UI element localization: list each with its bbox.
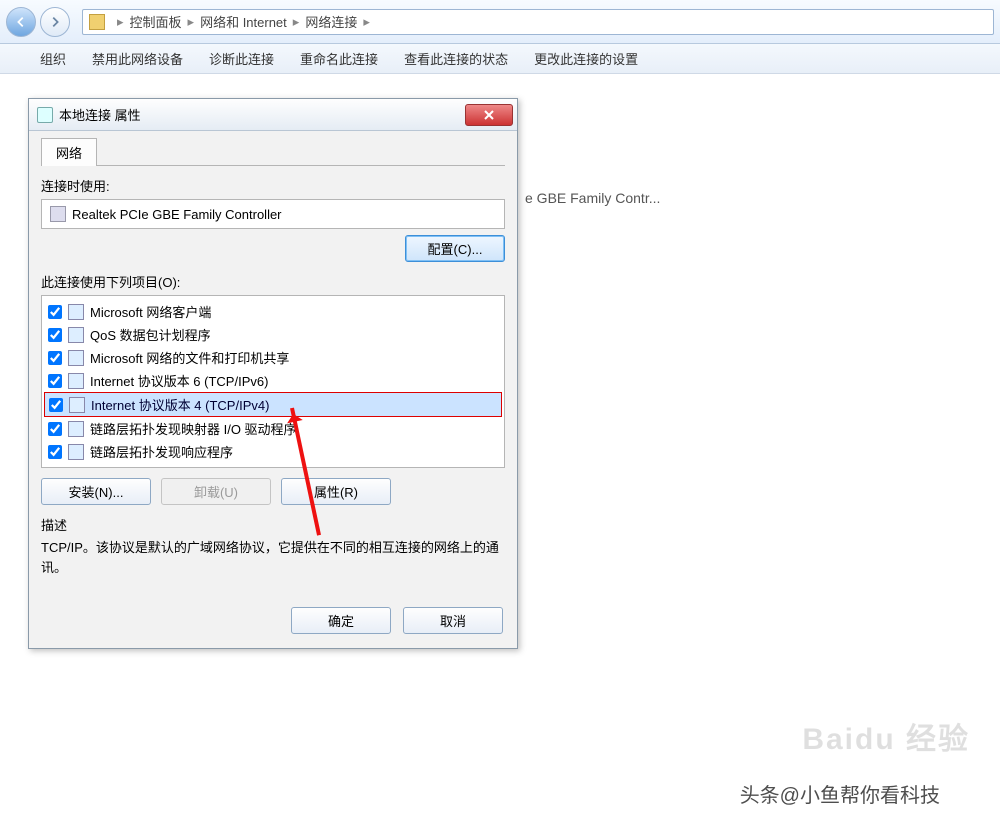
description-heading: 描述 xyxy=(41,515,505,534)
item-label[interactable]: Microsoft 网络的文件和打印机共享 xyxy=(90,348,289,367)
ok-button[interactable]: 确定 xyxy=(291,607,391,634)
tab-network[interactable]: 网络 xyxy=(41,138,97,166)
list-item: Microsoft 网络的文件和打印机共享 xyxy=(44,346,502,369)
item-checkbox[interactable] xyxy=(48,445,62,459)
item-checkbox[interactable] xyxy=(48,422,62,436)
list-item: Internet 协议版本 6 (TCP/IPv6) xyxy=(44,369,502,392)
items-label: 此连接使用下列项目(O): xyxy=(41,272,505,291)
component-icon xyxy=(68,373,84,389)
breadcrumb-item[interactable]: 网络连接 xyxy=(305,12,357,31)
properties-dialog: 本地连接 属性 网络 连接时使用: Realtek PCIe GBE Famil… xyxy=(28,98,518,649)
breadcrumb-sep: ▸ xyxy=(363,14,370,30)
component-icon xyxy=(68,304,84,320)
dialog-icon xyxy=(37,107,53,123)
item-checkbox[interactable] xyxy=(48,374,62,388)
command-bar: 组织 禁用此网络设备 诊断此连接 重命名此连接 查看此连接的状态 更改此连接的设… xyxy=(0,44,1000,74)
list-item-selected: Internet 协议版本 4 (TCP/IPv4) xyxy=(44,392,502,417)
adapter-name-fragment: e GBE Family Contr... xyxy=(525,190,660,206)
item-label[interactable]: Internet 协议版本 6 (TCP/IPv6) xyxy=(90,371,268,390)
dialog-titlebar[interactable]: 本地连接 属性 xyxy=(29,99,517,131)
forward-button[interactable] xyxy=(40,7,70,37)
close-icon xyxy=(483,109,495,121)
explorer-nav: ▸ 控制面板 ▸ 网络和 Internet ▸ 网络连接 ▸ xyxy=(0,0,1000,44)
menu-diagnose[interactable]: 诊断此连接 xyxy=(209,49,274,68)
folder-icon xyxy=(89,14,105,30)
adapter-field: Realtek PCIe GBE Family Controller xyxy=(41,199,505,229)
component-icon xyxy=(68,350,84,366)
watermark-brand: Baidu 经验 xyxy=(802,714,970,758)
menu-status[interactable]: 查看此连接的状态 xyxy=(404,49,508,68)
item-label[interactable]: Microsoft 网络客户端 xyxy=(90,302,211,321)
tab-strip: 网络 xyxy=(41,137,505,166)
item-checkbox[interactable] xyxy=(48,328,62,342)
nic-icon xyxy=(50,206,66,222)
component-icon xyxy=(69,397,85,413)
arrow-left-icon xyxy=(14,15,28,29)
configure-button[interactable]: 配置(C)... xyxy=(405,235,505,262)
item-checkbox[interactable] xyxy=(49,398,63,412)
item-label[interactable]: QoS 数据包计划程序 xyxy=(90,325,211,344)
menu-organize[interactable]: 组织 xyxy=(40,49,66,68)
list-item: Microsoft 网络客户端 xyxy=(44,300,502,323)
item-label[interactable]: 链路层拓扑发现响应程序 xyxy=(90,442,233,461)
breadcrumb-item[interactable]: 网络和 Internet xyxy=(200,12,287,31)
address-bar[interactable]: ▸ 控制面板 ▸ 网络和 Internet ▸ 网络连接 ▸ xyxy=(82,9,994,35)
properties-button[interactable]: 属性(R) xyxy=(281,478,391,505)
menu-change[interactable]: 更改此连接的设置 xyxy=(534,49,638,68)
back-button[interactable] xyxy=(6,7,36,37)
dialog-footer: 确定 取消 xyxy=(29,597,517,648)
item-checkbox[interactable] xyxy=(48,351,62,365)
arrow-right-icon xyxy=(48,15,62,29)
install-button[interactable]: 安装(N)... xyxy=(41,478,151,505)
uninstall-button: 卸载(U) xyxy=(161,478,271,505)
list-item: 链路层拓扑发现响应程序 xyxy=(44,440,502,463)
component-icon xyxy=(68,327,84,343)
list-item: QoS 数据包计划程序 xyxy=(44,323,502,346)
component-icon xyxy=(68,421,84,437)
component-icon xyxy=(68,444,84,460)
list-item: 链路层拓扑发现映射器 I/O 驱动程序 xyxy=(44,417,502,440)
breadcrumb-sep: ▸ xyxy=(188,14,195,30)
close-button[interactable] xyxy=(465,104,513,126)
watermark-author: 头条@小鱼帮你看科技 xyxy=(740,779,940,808)
menu-rename[interactable]: 重命名此连接 xyxy=(300,49,378,68)
description-text: TCP/IP。该协议是默认的广域网络协议，它提供在不同的相互连接的网络上的通讯。 xyxy=(41,538,505,577)
menu-disable[interactable]: 禁用此网络设备 xyxy=(92,49,183,68)
breadcrumb-sep: ▸ xyxy=(117,14,124,30)
item-label[interactable]: 链路层拓扑发现映射器 I/O 驱动程序 xyxy=(90,419,297,438)
item-label[interactable]: Internet 协议版本 4 (TCP/IPv4) xyxy=(91,395,269,414)
connect-using-label: 连接时使用: xyxy=(41,176,505,195)
item-checkbox[interactable] xyxy=(48,305,62,319)
cancel-button[interactable]: 取消 xyxy=(403,607,503,634)
dialog-title: 本地连接 属性 xyxy=(59,105,141,124)
adapter-name: Realtek PCIe GBE Family Controller xyxy=(72,207,282,222)
breadcrumb-item[interactable]: 控制面板 xyxy=(130,12,182,31)
components-list[interactable]: Microsoft 网络客户端 QoS 数据包计划程序 Microsoft 网络… xyxy=(41,295,505,468)
breadcrumb-sep: ▸ xyxy=(293,14,300,30)
